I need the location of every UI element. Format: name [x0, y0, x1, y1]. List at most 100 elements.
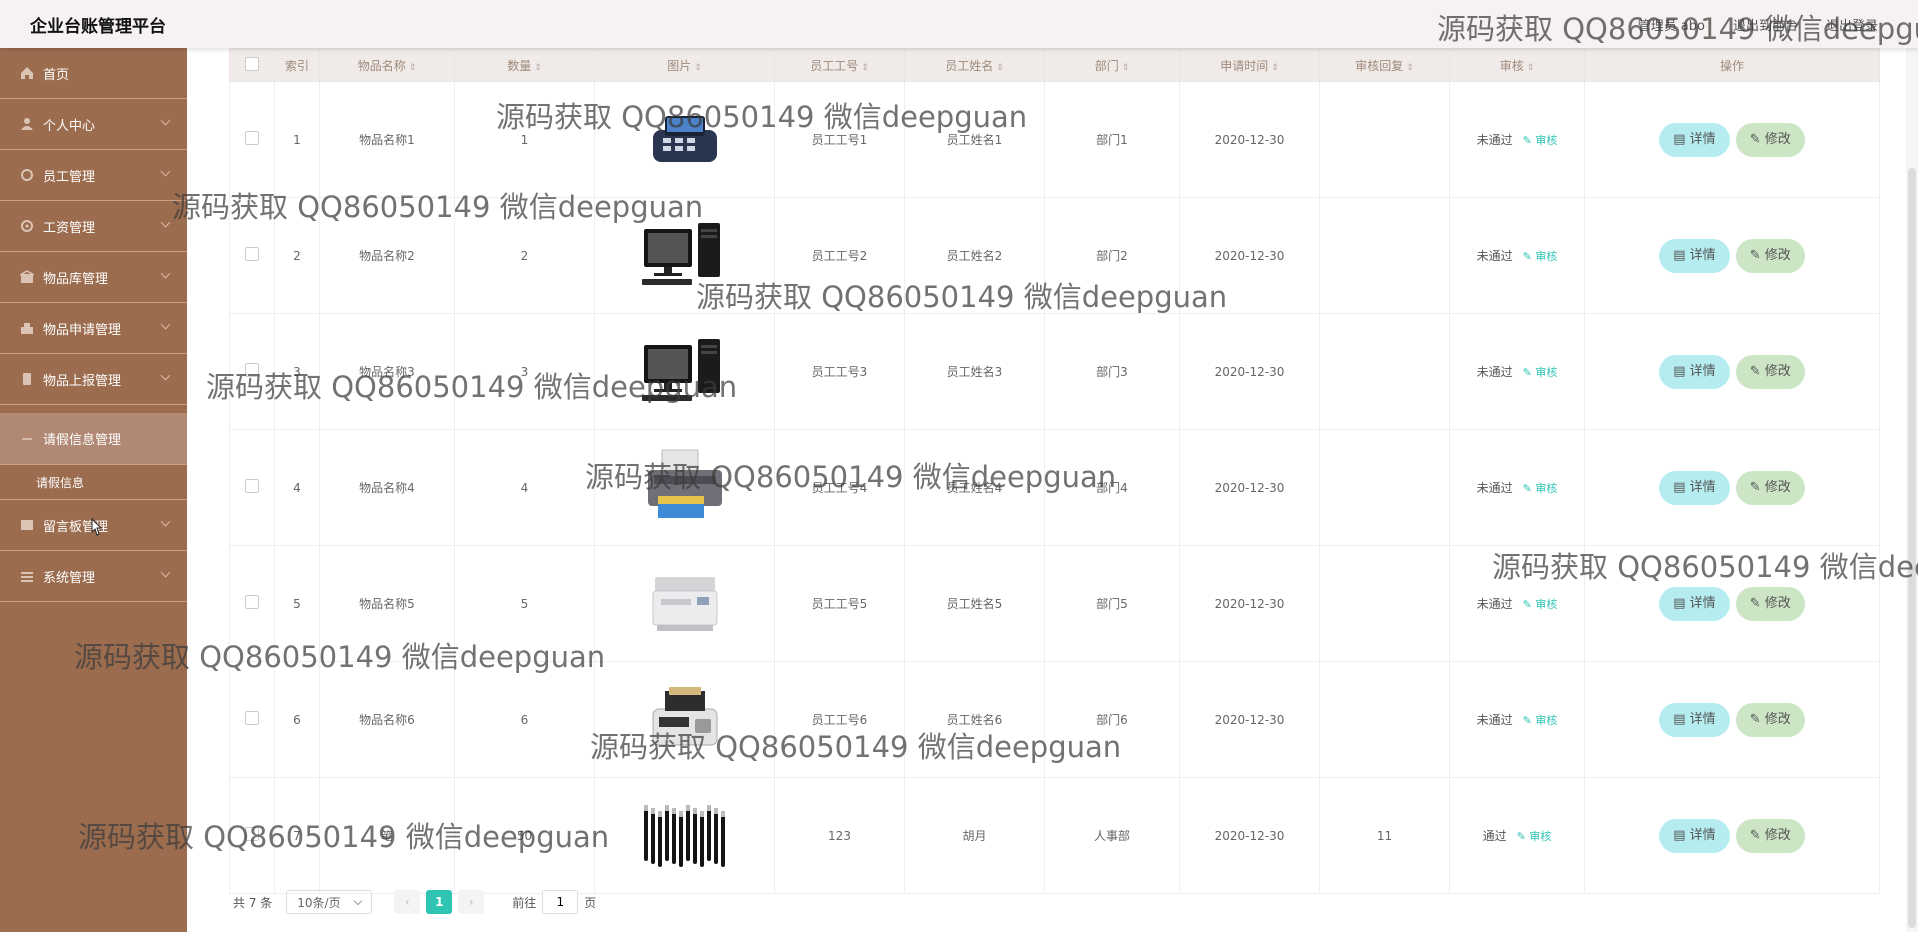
cell-emp-name: 员工姓名4	[904, 429, 1045, 546]
sidebar-item-system[interactable]: 系统管理	[0, 551, 187, 602]
sidebar-item-leave[interactable]: 请假信息管理	[0, 413, 187, 465]
detail-button[interactable]: ▤ 详情	[1659, 818, 1730, 853]
sidebar-subitem-leave-info[interactable]: 请假信息	[0, 465, 187, 500]
audit-link[interactable]: ✎ 审核	[1523, 714, 1558, 727]
detail-button[interactable]: ▤ 详情	[1659, 122, 1730, 157]
sort-icon: ⇕	[534, 62, 542, 73]
header-audit[interactable]: 审核 ⇕	[1449, 48, 1585, 82]
cell-audit-reply	[1319, 429, 1450, 546]
row-checkbox[interactable]	[245, 479, 259, 493]
edit-button[interactable]: ✎ 修改	[1735, 586, 1805, 621]
header-select-all[interactable]	[229, 48, 275, 82]
cell-audit-reply	[1319, 545, 1450, 662]
detail-button[interactable]: ▤ 详情	[1659, 238, 1730, 273]
sidebar-item-home[interactable]: 首页	[0, 48, 187, 99]
edit-button[interactable]: ✎ 修改	[1735, 122, 1805, 157]
header-dept[interactable]: 部门 ⇕	[1044, 48, 1180, 82]
page-size-select[interactable]: 10条/页	[286, 890, 373, 914]
page-number-current[interactable]: 1	[426, 890, 453, 914]
row-checkbox[interactable]	[245, 363, 259, 377]
cell-emp-no: 员工工号5	[774, 545, 905, 662]
prev-page-button[interactable]: ‹	[394, 890, 421, 914]
sort-icon: ⇕	[1406, 62, 1414, 73]
header-apply-date[interactable]: 申请时间 ⇕	[1179, 48, 1320, 82]
printer-image	[640, 449, 730, 529]
sidebar-item-label: 物品申请管理	[43, 322, 122, 338]
table-row: 2 物品名称2 2 员工工号2 员工姓名2 部门2 2020-12-30 未通过 ✎ 审核 ▤ 详…	[229, 197, 1880, 314]
header-emp-no[interactable]: 员工工号 ⇕	[774, 48, 905, 82]
logout-link[interactable]: 退出登录	[1826, 15, 1878, 34]
sidebar-item-label: 物品上报管理	[43, 373, 122, 389]
top-bar: 企业台账管理平台 管理员 abo 退出到前台 退出登录	[0, 0, 1918, 48]
back-to-front-link[interactable]: 退出到前台	[1733, 15, 1798, 34]
edit-button[interactable]: ✎ 修改	[1735, 818, 1805, 853]
detail-button[interactable]: ▤ 详情	[1659, 470, 1730, 505]
page-scrollbar[interactable]	[1906, 48, 1918, 932]
row-select-cell[interactable]	[229, 81, 275, 198]
header-audit-reply[interactable]: 审核回复 ⇕	[1319, 48, 1450, 82]
header-index[interactable]: 索引	[274, 48, 320, 82]
report-icon	[23, 373, 31, 385]
row-select-cell[interactable]	[229, 313, 275, 430]
row-checkbox[interactable]	[245, 131, 259, 145]
audit-link[interactable]: ✎ 审核	[1517, 830, 1552, 843]
row-select-cell[interactable]	[229, 545, 275, 662]
settings-icon	[21, 572, 33, 582]
cell-audit-reply	[1319, 197, 1450, 314]
sidebar-item-label: 员工管理	[43, 169, 96, 185]
audit-link[interactable]: ✎ 审核	[1523, 366, 1558, 379]
cell-apply-date: 2020-12-30	[1179, 197, 1320, 314]
edit-button[interactable]: ✎ 修改	[1735, 702, 1805, 737]
row-select-cell[interactable]	[229, 197, 275, 314]
row-checkbox[interactable]	[245, 595, 259, 609]
cell-item-name: 物品名称4	[319, 429, 455, 546]
cell-quantity: 6	[454, 661, 595, 778]
table-row: 4 物品名称4 4 员工工号4 员工姓名4 部门4 2020-12-30 未通过 ✎ 审核 ▤ 详…	[229, 429, 1880, 546]
table-header-row: 索引 物品名称 ⇕ 数量 ⇕ 图片 ⇕ 员工工号 ⇕ 员工姓名 ⇕ 部门 ⇕ 申请时间 ⇕ 审…	[229, 48, 1880, 82]
cell-image	[594, 313, 775, 430]
sidebar-item-apply[interactable]: 物品申请管理	[0, 303, 187, 354]
detail-button[interactable]: ▤ 详情	[1659, 586, 1730, 621]
sidebar-item-salary[interactable]: 工资管理	[0, 201, 187, 252]
sidebar-item-staff[interactable]: 员工管理	[0, 150, 187, 201]
app-title: 企业台账管理平台	[30, 17, 166, 37]
next-page-button[interactable]: ›	[458, 890, 485, 914]
cell-index: 1	[274, 81, 320, 198]
audit-link[interactable]: ✎ 审核	[1523, 250, 1558, 263]
select-all-checkbox[interactable]	[245, 56, 259, 71]
row-checkbox[interactable]	[245, 247, 259, 261]
sidebar-item-report[interactable]: 物品上报管理	[0, 354, 187, 405]
header-quantity[interactable]: 数量 ⇕	[454, 48, 595, 82]
scroll-thumb[interactable]	[1908, 168, 1916, 928]
row-checkbox[interactable]	[245, 827, 259, 841]
audit-link[interactable]: ✎ 审核	[1523, 134, 1558, 147]
detail-button[interactable]: ▤ 详情	[1659, 354, 1730, 389]
audit-link[interactable]: ✎ 审核	[1523, 482, 1558, 495]
cell-index: 6	[274, 661, 320, 778]
cell-dept: 部门4	[1044, 429, 1180, 546]
detail-button[interactable]: ▤ 详情	[1659, 702, 1730, 737]
header-emp-name[interactable]: 员工姓名 ⇕	[904, 48, 1045, 82]
header-image[interactable]: 图片 ⇕	[594, 48, 775, 82]
table-row: 5 物品名称5 5 员工工号5 员工姓名5 部门5 2020-12-30 未通过 ✎ 审核 ▤ 详…	[229, 545, 1880, 662]
row-select-cell[interactable]	[229, 661, 275, 778]
cell-emp-name: 员工姓名1	[904, 81, 1045, 198]
edit-button[interactable]: ✎ 修改	[1735, 238, 1805, 273]
row-checkbox[interactable]	[245, 711, 259, 725]
header-item-name[interactable]: 物品名称 ⇕	[319, 48, 455, 82]
cell-actions: ▤ 详情 ✎ 修改	[1584, 313, 1880, 430]
chevron-down-icon	[160, 268, 171, 279]
audit-link[interactable]: ✎ 审核	[1523, 598, 1558, 611]
cell-audit-reply: 11	[1319, 777, 1450, 894]
admin-account-link[interactable]: 管理员 abo	[1638, 15, 1705, 34]
document-icon: ▤	[1673, 827, 1690, 843]
sidebar-item-warehouse[interactable]: 物品库管理	[0, 252, 187, 303]
row-select-cell[interactable]	[229, 429, 275, 546]
row-select-cell[interactable]	[229, 777, 275, 894]
cell-actions: ▤ 详情 ✎ 修改	[1584, 661, 1880, 778]
edit-button[interactable]: ✎ 修改	[1735, 354, 1805, 389]
edit-button[interactable]: ✎ 修改	[1735, 470, 1805, 505]
goto-page-input[interactable]	[542, 890, 579, 914]
sidebar-item-profile[interactable]: 个人中心	[0, 99, 187, 150]
cell-dept: 部门2	[1044, 197, 1180, 314]
